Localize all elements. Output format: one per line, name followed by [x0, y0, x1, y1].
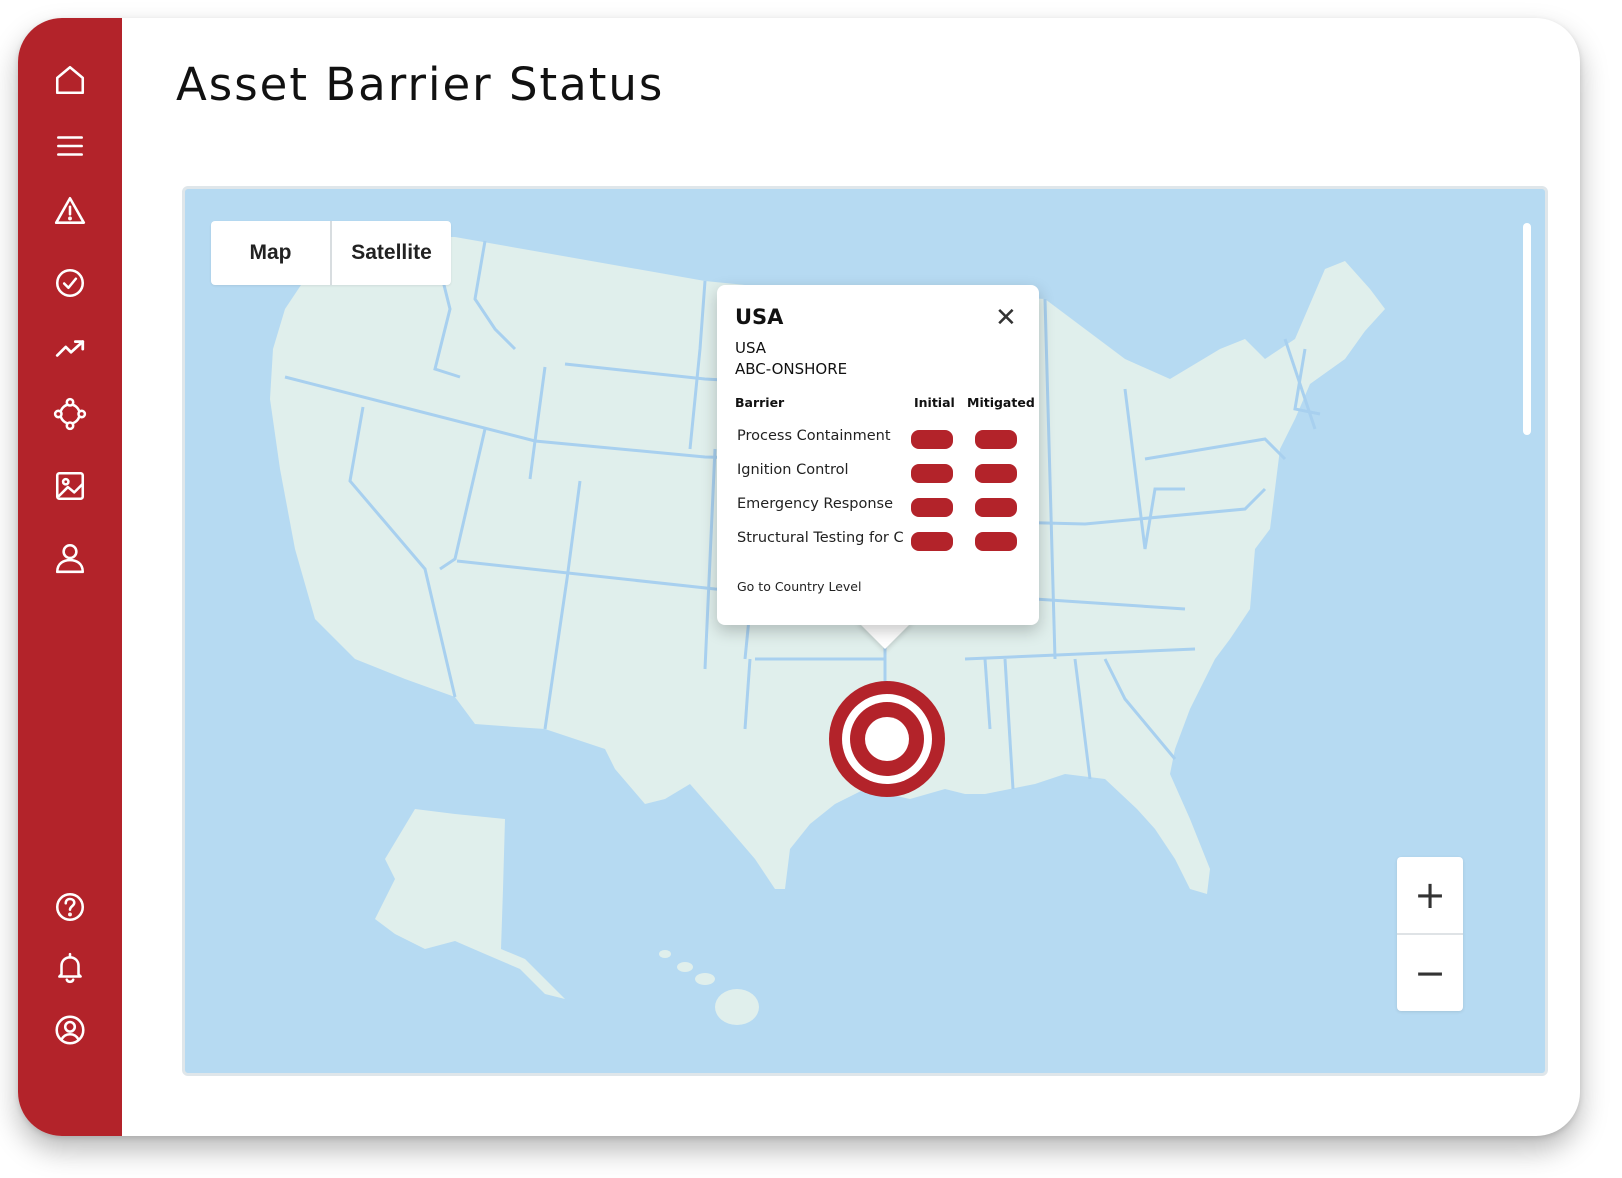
satellite-view-button[interactable]: Satellite	[330, 221, 451, 285]
sidebar	[18, 18, 122, 1136]
popup-asset: ABC-ONSHORE	[735, 360, 848, 378]
map-panel[interactable]: Map Satellite USA ✕ USA ABC-ONSHORE Barr…	[182, 186, 1548, 1076]
map-view-button[interactable]: Map	[211, 221, 330, 285]
map-scrollbar[interactable]	[1523, 223, 1531, 435]
go-to-country-link[interactable]: Go to Country Level	[737, 579, 861, 594]
warning-icon[interactable]	[45, 186, 95, 236]
user-icon[interactable]	[45, 533, 95, 583]
barrier-name: Structural Testing for C	[737, 530, 904, 546]
initial-status-indicator	[911, 498, 953, 517]
menu-icon[interactable]	[45, 121, 95, 171]
barrier-row[interactable]: Structural Testing for C	[735, 529, 1025, 553]
app-window: Asset Barrier Status Map Satellite USA ✕…	[18, 18, 1580, 1136]
image-icon[interactable]	[45, 461, 95, 511]
barrier-row[interactable]: Emergency Response	[735, 495, 1025, 519]
account-circle-icon[interactable]	[45, 1005, 95, 1055]
barrier-column-header: Barrier	[735, 395, 785, 410]
initial-status-indicator	[911, 464, 953, 483]
initial-column-header: Initial	[914, 395, 955, 410]
zoom-out-button[interactable]: −	[1397, 933, 1463, 1011]
barrier-name: Emergency Response	[737, 496, 894, 512]
asset-popup: USA ✕ USA ABC-ONSHORE Barrier Initial Mi…	[717, 285, 1039, 625]
help-icon[interactable]	[45, 882, 95, 932]
bell-icon[interactable]	[45, 943, 95, 993]
trend-up-icon[interactable]	[45, 323, 95, 373]
initial-status-indicator	[911, 532, 953, 551]
popup-title: USA	[735, 305, 784, 329]
mitigated-status-indicator	[975, 464, 1017, 483]
alaska-land	[375, 809, 565, 999]
popup-country: USA	[735, 339, 767, 357]
map-type-toggle: Map Satellite	[211, 221, 451, 285]
zoom-controls: + −	[1397, 857, 1463, 1011]
hawaii-land	[715, 989, 759, 1025]
mitigated-status-indicator	[975, 498, 1017, 517]
mitigated-column-header: Mitigated	[967, 395, 1035, 410]
barrier-row[interactable]: Ignition Control	[735, 461, 1025, 485]
initial-status-indicator	[911, 430, 953, 449]
barrier-name: Ignition Control	[737, 462, 849, 478]
popup-pointer	[857, 621, 913, 649]
mitigated-status-indicator	[975, 430, 1017, 449]
asset-marker-icon[interactable]	[827, 679, 947, 799]
home-icon[interactable]	[45, 55, 95, 105]
barrier-row[interactable]: Process Containment	[735, 427, 1025, 451]
mitigated-status-indicator	[975, 532, 1017, 551]
page-title: Asset Barrier Status	[176, 58, 665, 111]
zoom-in-button[interactable]: +	[1397, 857, 1463, 933]
check-circle-icon[interactable]	[45, 258, 95, 308]
barrier-name: Process Containment	[737, 428, 891, 444]
network-icon[interactable]	[45, 389, 95, 439]
close-icon[interactable]: ✕	[995, 305, 1017, 331]
